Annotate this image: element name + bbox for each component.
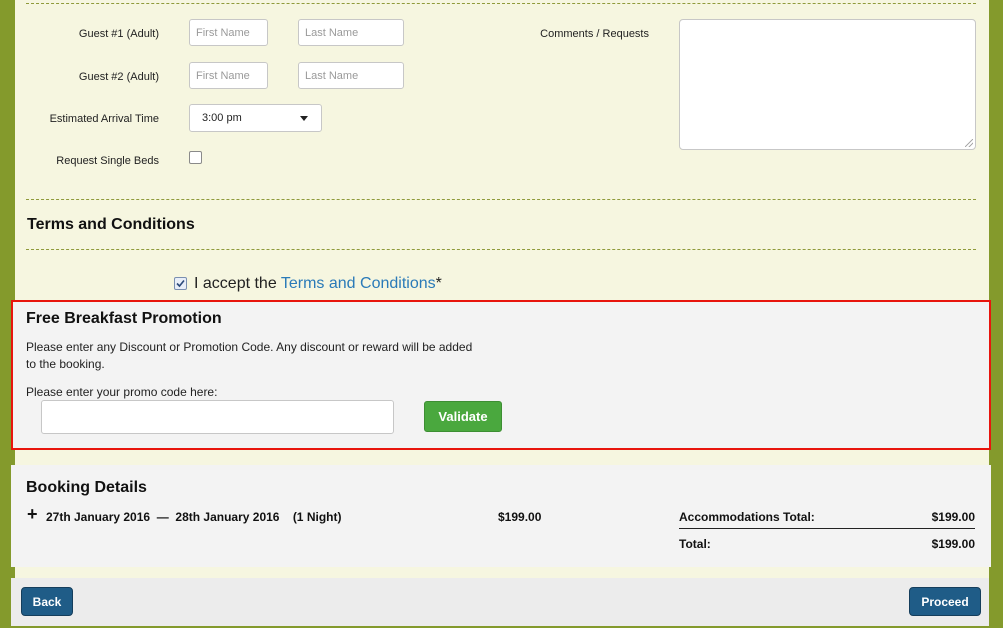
checkmark-icon xyxy=(176,279,185,288)
guest-2-label: Guest #2 (Adult) xyxy=(78,71,159,83)
totals-divider xyxy=(679,528,975,529)
proceed-button[interactable]: Proceed xyxy=(909,587,981,616)
guest-1-first-name-input[interactable]: First Name xyxy=(189,19,268,46)
guest-2-last-name-input[interactable]: Last Name xyxy=(298,62,404,89)
check-out-date: 28th January 2016 xyxy=(175,510,280,524)
nights-count: (1 Night) xyxy=(292,510,342,524)
promo-code-input[interactable] xyxy=(41,400,394,434)
date-separator: — xyxy=(156,510,169,524)
terms-accept-text: I accept the Terms and Conditions* xyxy=(194,275,442,293)
resize-grip-icon[interactable] xyxy=(965,139,973,147)
divider-terms-top xyxy=(26,199,976,200)
accommodations-total-label: Accommodations Total: xyxy=(679,510,815,524)
booking-price: $199.00 xyxy=(498,510,542,524)
guest-1-label: Guest #1 (Adult) xyxy=(78,28,159,40)
divider-terms-bottom xyxy=(26,249,976,250)
required-mark: * xyxy=(435,275,442,292)
terms-accept-prefix: I accept the xyxy=(194,275,277,292)
guest-1-last-name-input[interactable]: Last Name xyxy=(298,19,404,46)
terms-checkbox[interactable] xyxy=(174,277,187,290)
expand-plus-icon[interactable]: + xyxy=(27,504,38,525)
booking-title: Booking Details xyxy=(26,479,147,496)
single-beds-label: Request Single Beds xyxy=(56,155,159,167)
total-label: Total: xyxy=(679,537,711,551)
booking-dates: 27th January 2016 — 28th January 2016 (1… xyxy=(46,510,341,524)
footer-bar xyxy=(11,578,989,626)
promo-title: Free Breakfast Promotion xyxy=(26,310,222,327)
chevron-down-icon xyxy=(300,116,308,121)
validate-button[interactable]: Validate xyxy=(424,401,502,432)
accommodations-total-value: $199.00 xyxy=(931,510,975,524)
arrival-time-value: 3:00 pm xyxy=(202,112,242,124)
promo-input-label: Please enter your promo code here: xyxy=(26,385,218,399)
guest-2-first-name-input[interactable]: First Name xyxy=(189,62,268,89)
terms-link[interactable]: Terms and Conditions xyxy=(281,275,436,292)
comments-label: Comments / Requests xyxy=(540,28,649,40)
total-value: $199.00 xyxy=(931,537,975,551)
arrival-time-select[interactable]: 3:00 pm xyxy=(189,104,322,132)
single-beds-checkbox[interactable] xyxy=(189,151,202,164)
promo-description-line-2: to the booking. xyxy=(26,357,105,371)
terms-title: Terms and Conditions xyxy=(27,216,195,233)
back-button[interactable]: Back xyxy=(21,587,73,616)
comments-textarea[interactable] xyxy=(679,19,976,150)
arrival-time-label: Estimated Arrival Time xyxy=(49,113,159,125)
divider-top xyxy=(26,3,976,4)
promo-description-line-1: Please enter any Discount or Promotion C… xyxy=(26,340,473,354)
check-in-date: 27th January 2016 xyxy=(46,510,151,524)
